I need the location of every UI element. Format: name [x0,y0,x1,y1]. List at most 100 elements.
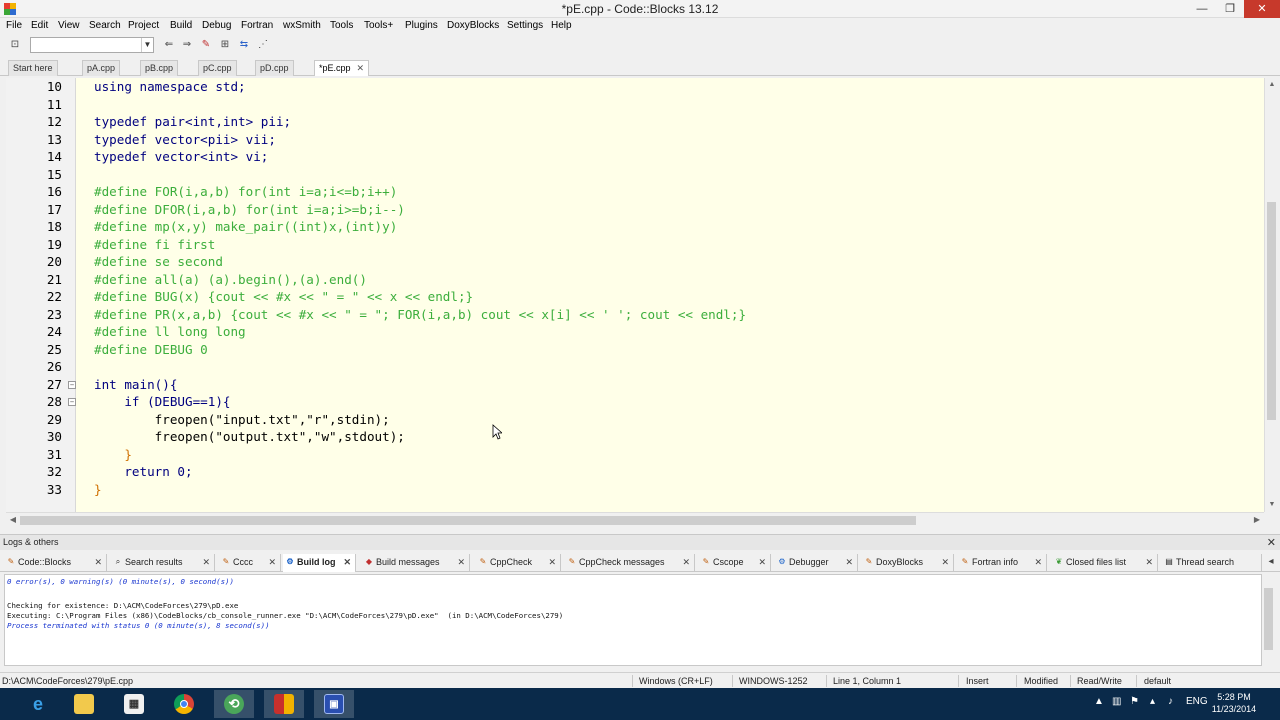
menu-search[interactable]: Search [89,20,121,31]
scroll-thumb[interactable] [20,516,916,525]
selection-icon[interactable]: ⋰ [256,38,270,52]
menu-plugins[interactable]: Plugins [405,20,438,31]
maximize-button[interactable]: ❐ [1216,0,1244,18]
tab-thread-search[interactable]: ▤ Thread search [1162,554,1262,572]
menu-build[interactable]: Build [170,20,192,31]
fold-toggle-icon[interactable]: − [68,398,76,406]
close-icon[interactable]: ✕ [941,554,949,570]
highlight-icon[interactable]: ✎ [199,38,213,52]
code-line: 12 typedef pair<int,int> pii; [46,114,292,129]
tab-pd[interactable]: pD.cpp [255,60,294,76]
tab-cppcheck-messages[interactable]: ✎ CppCheck messages ✕ [565,554,695,572]
scroll-thumb[interactable] [1267,202,1276,420]
codeblocks-icon: ⟲ [224,694,244,714]
taskbar-chrome[interactable] [164,690,204,718]
taskbar-calculator[interactable]: ▦ [114,690,154,718]
log-tab-bar: ✎ Code::Blocks ✕ ⌕ Search results ✕ ✎ Cccc ✕ ⚙… [0,552,1280,572]
tab-cppcheck[interactable]: ✎ CppCheck ✕ [476,554,561,572]
close-tab-icon[interactable]: ✕ [357,63,365,73]
scroll-right-icon[interactable]: ▶ [1250,513,1264,527]
taskbar-winrar[interactable] [264,690,304,718]
close-icon[interactable]: ✕ [202,554,210,570]
chevron-down-icon[interactable]: ▼ [141,38,153,52]
taskbar-file-explorer[interactable] [64,690,104,718]
tray-expand-icon[interactable]: ▲ [1094,696,1104,707]
tab-pb[interactable]: pB.cpp [140,60,179,76]
menu-view[interactable]: View [58,20,80,31]
tray-network-icon[interactable]: ▥ [1112,696,1121,707]
taskbar-codeblocks[interactable]: ⟲ [214,690,254,718]
code-editor[interactable]: 10 using namespace std; 11 12 typedef pair… [6,78,1264,512]
taskbar-visual-studio[interactable]: ▣ [314,690,354,718]
tab-cscope[interactable]: ✎ Cscope ✕ [699,554,771,572]
fold-toggle-icon[interactable]: − [68,380,76,389]
tab-fortran-info[interactable]: ✎ Fortran info ✕ [958,554,1047,572]
scroll-thumb[interactable] [1264,588,1273,650]
menu-project[interactable]: Project [128,20,159,31]
menu-file[interactable]: File [6,20,22,31]
menu-tools-plus[interactable]: Tools+ [364,20,393,31]
build-log-output[interactable]: 0 error(s), 0 warning(s) (0 minute(s), 0… [4,574,1262,666]
close-icon[interactable]: ✕ [268,554,276,570]
tab-pe[interactable]: *pE.cpp ✕ [314,60,370,76]
menu-fortran[interactable]: Fortran [241,20,273,31]
menu-debug[interactable]: Debug [202,20,231,31]
menu-wxsmith[interactable]: wxSmith [283,20,321,31]
select-icon[interactable]: ⊞ [218,38,232,52]
menu-tools[interactable]: Tools [330,20,353,31]
tray-volume-icon[interactable]: ♪ [1168,696,1173,707]
scroll-down-icon[interactable]: ▼ [1265,498,1279,512]
tray-language[interactable]: ENG [1186,696,1208,707]
log-line: Executing: C:\Program Files (x86)\CodeBl… [7,611,564,620]
close-icon[interactable]: ✕ [548,554,556,570]
editor-vertical-scrollbar[interactable]: ▲ ▼ [1264,78,1278,512]
pencil-icon: ✎ [568,557,576,566]
tab-codeblocks-log[interactable]: ✎ Code::Blocks ✕ [4,554,107,572]
symbol-combo[interactable]: ▼ [30,37,154,53]
code-line: 22 #define BUG(x) {cout << #x << " = " <<… [46,289,474,304]
menu-edit[interactable]: Edit [31,20,48,31]
forward-icon[interactable]: ⇒ [180,38,194,52]
tab-build-messages[interactable]: ◆ Build messages ✕ [362,554,470,572]
replace-icon[interactable]: ⇆ [237,38,251,52]
tab-pa[interactable]: pA.cpp [82,60,121,76]
taskbar-clock[interactable]: 5:28 PM 11/23/2014 [1210,691,1258,715]
close-icon[interactable]: ✕ [758,554,766,570]
tab-doxyblocks[interactable]: ✎ DoxyBlocks ✕ [862,554,954,572]
minimize-button[interactable]: — [1188,0,1216,18]
tray-signal-icon[interactable]: ▴ [1150,696,1155,707]
taskbar-internet-explorer[interactable]: e [18,690,58,718]
tab-debugger[interactable]: ⚙ Debugger ✕ [775,554,858,572]
status-insert-mode: Insert [966,676,989,686]
close-icon[interactable]: ✕ [94,554,102,570]
editor-horizontal-scrollbar[interactable]: ◀ ▶ [6,512,1264,526]
close-button[interactable]: ✕ [1244,0,1280,18]
close-icon[interactable]: ✕ [682,554,690,570]
menu-doxyblocks[interactable]: DoxyBlocks [447,20,499,31]
tab-build-log[interactable]: ⚙ Build log ✕ [283,554,356,572]
gear-icon: ⚙ [778,557,786,566]
code-line: 31 } [46,446,132,462]
close-icon[interactable]: ✕ [845,554,853,570]
code-line: 23 #define PR(x,a,b) {cout << #x << " = "… [46,306,747,322]
log-vertical-scrollbar[interactable] [1262,574,1276,666]
menu-settings[interactable]: Settings [507,20,543,31]
scroll-up-icon[interactable]: ▲ [1265,78,1279,92]
close-icon[interactable]: ✕ [457,554,465,570]
close-icon[interactable]: ✕ [1034,554,1042,570]
scroll-left-icon[interactable]: ◀ [6,513,20,527]
toggle-icon[interactable]: ⊡ [8,38,22,52]
tab-search-results[interactable]: ⌕ Search results ✕ [111,554,215,572]
close-icon[interactable]: ✕ [1267,536,1276,549]
tab-cccc[interactable]: ✎ Cccc ✕ [219,554,281,572]
close-icon[interactable]: ✕ [1145,554,1153,570]
menu-help[interactable]: Help [551,20,572,31]
close-icon[interactable]: ✕ [343,554,351,570]
tab-closed-files-list[interactable]: ❦ Closed files list ✕ [1052,554,1158,572]
tab-pc[interactable]: pC.cpp [198,60,237,76]
back-icon[interactable]: ⇐ [162,38,176,52]
tab-scroll-icon[interactable]: ◂ [1264,555,1278,569]
tray-flag-icon[interactable]: ⚑ [1130,696,1139,707]
tab-start-here[interactable]: Start here [8,60,58,76]
code-line: 18 #define mp(x,y) make_pair((int)x,(int)… [46,219,398,234]
